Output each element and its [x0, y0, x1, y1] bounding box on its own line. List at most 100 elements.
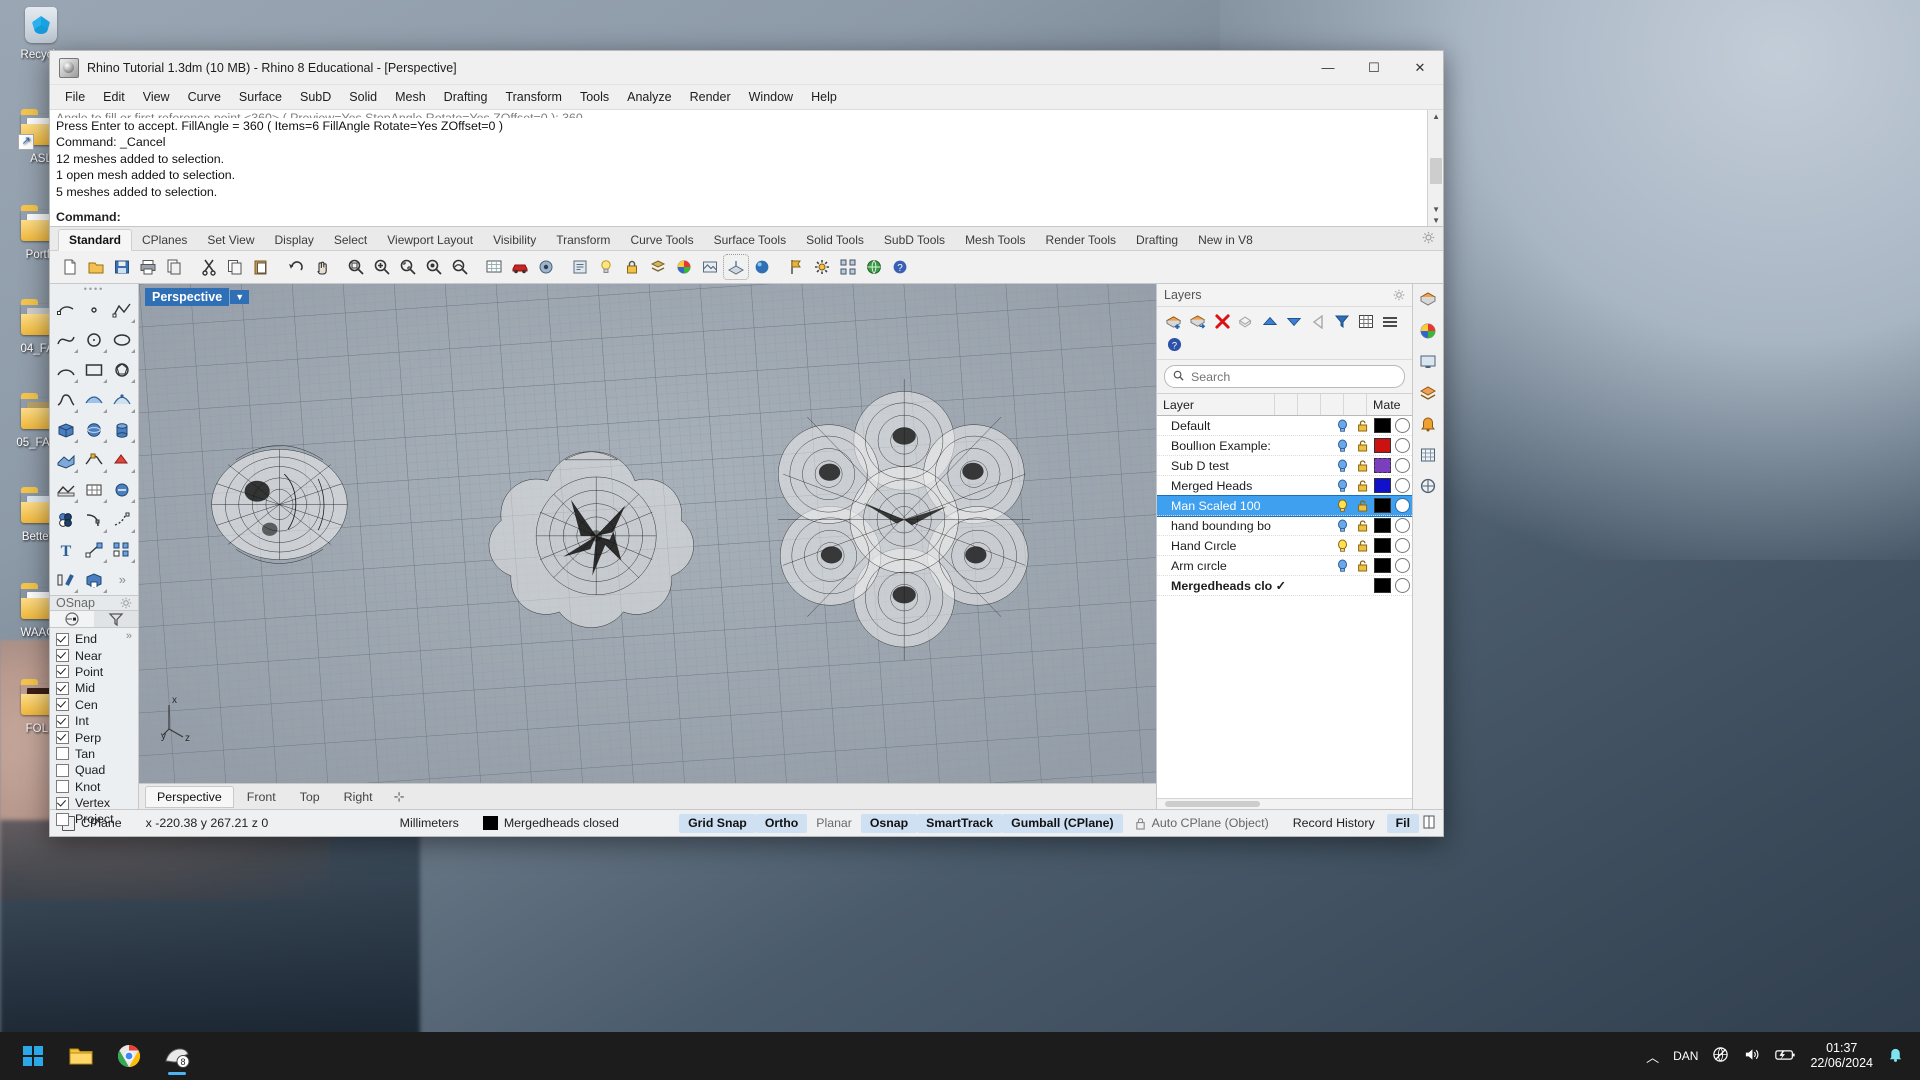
menu-transform[interactable]: Transform: [496, 87, 571, 107]
material-swatch[interactable]: [1392, 498, 1412, 513]
viewport-tab-right[interactable]: Right: [333, 787, 384, 807]
palette-grip[interactable]: ••••: [50, 284, 138, 294]
blend-surface-icon[interactable]: [80, 445, 107, 474]
column-layer[interactable]: Layer: [1157, 394, 1275, 415]
tab-cplanes[interactable]: CPlanes: [132, 230, 197, 250]
circle-icon[interactable]: [80, 325, 107, 354]
file-explorer-button[interactable]: [60, 1036, 102, 1076]
viewport-tab-top[interactable]: Top: [289, 787, 331, 807]
toggle-ortho[interactable]: Ortho: [755, 813, 808, 833]
freeform-curve-icon[interactable]: [52, 385, 79, 414]
light-bulb-icon[interactable]: [1332, 439, 1352, 453]
network-blocked-icon[interactable]: [1712, 1046, 1729, 1066]
undo-icon[interactable]: [284, 255, 308, 279]
polygon-icon[interactable]: [109, 355, 136, 384]
tab-select[interactable]: Select: [324, 230, 377, 250]
table-row[interactable]: Default: [1157, 416, 1412, 436]
delete-layer-icon[interactable]: [1211, 311, 1233, 332]
help-icon[interactable]: ?: [888, 255, 912, 279]
cut-icon[interactable]: [197, 255, 221, 279]
object-properties-icon[interactable]: [568, 255, 592, 279]
mesh-paint-icon[interactable]: [109, 475, 136, 504]
print-icon[interactable]: [136, 255, 160, 279]
filter-panel-icon[interactable]: [1423, 815, 1443, 832]
column-material[interactable]: Mate: [1367, 394, 1401, 415]
tab-new-in-v8[interactable]: New in V8: [1188, 230, 1263, 250]
menu-surface[interactable]: Surface: [230, 87, 291, 107]
pan-icon[interactable]: [310, 255, 334, 279]
material-swatch[interactable]: [1392, 518, 1412, 533]
tab-standard[interactable]: Standard: [58, 229, 133, 251]
subd-box-icon[interactable]: [80, 565, 107, 594]
osnap-knot[interactable]: Knot: [56, 779, 138, 795]
toggle-smarttrack[interactable]: SmartTrack: [917, 813, 1003, 833]
polyline-icon[interactable]: [109, 295, 136, 324]
light-bulb-icon[interactable]: [1332, 479, 1352, 493]
light-bulb-icon[interactable]: [1332, 419, 1352, 433]
tab-subd-tools[interactable]: SubD Tools: [874, 230, 955, 250]
osnap-project[interactable]: Project: [56, 811, 138, 827]
material-swatch[interactable]: [1392, 458, 1412, 473]
layer-color-swatch[interactable]: [1372, 538, 1392, 553]
material-swatch[interactable]: [1392, 438, 1412, 453]
menu-mesh[interactable]: Mesh: [386, 87, 435, 107]
battery-charging-icon[interactable]: [1774, 1048, 1796, 1065]
light-bulb-icon[interactable]: [1332, 539, 1352, 553]
layer-icon[interactable]: [646, 255, 670, 279]
auto-cplane-segment[interactable]: Auto CPlane (Object): [1123, 810, 1281, 836]
cylinder-icon[interactable]: [109, 415, 136, 444]
menu-icon[interactable]: [1379, 311, 1401, 332]
light-bulb-icon[interactable]: [1332, 459, 1352, 473]
menu-analyze[interactable]: Analyze: [618, 87, 680, 107]
viewport-label[interactable]: Perspective ▼: [145, 288, 250, 306]
tab-set-view[interactable]: Set View: [197, 230, 264, 250]
scrollbar-thumb[interactable]: [1165, 801, 1260, 807]
command-history[interactable]: Angle to fill or first reference point <…: [50, 110, 1443, 210]
color-wheel-icon[interactable]: [672, 255, 696, 279]
toggle-planar[interactable]: Planar: [807, 814, 861, 833]
help-icon[interactable]: ?: [1163, 334, 1185, 355]
osnap-mid[interactable]: Mid: [56, 680, 138, 696]
copy-to-clipboard-icon[interactable]: [162, 255, 186, 279]
units-readout[interactable]: Millimeters: [388, 810, 471, 836]
maximize-button[interactable]: ☐: [1351, 51, 1397, 84]
column-lock[interactable]: [1298, 394, 1321, 415]
table-row[interactable]: Hand Cırcle: [1157, 536, 1412, 556]
light-bulb-icon[interactable]: [594, 255, 618, 279]
close-button[interactable]: ✕: [1397, 51, 1443, 84]
osnap-quad[interactable]: Quad: [56, 762, 138, 778]
menu-render[interactable]: Render: [681, 87, 740, 107]
add-viewport-icon[interactable]: ⊹: [394, 789, 405, 805]
sphere-icon[interactable]: [80, 415, 107, 444]
osnap-tan[interactable]: Tan: [56, 746, 138, 762]
table-row[interactable]: Sub D test: [1157, 456, 1412, 476]
scroll-end-arrow[interactable]: ▼: [1432, 216, 1440, 225]
render-sphere-icon[interactable]: [750, 255, 774, 279]
osnap-point[interactable]: Point: [56, 664, 138, 680]
layer-color-swatch[interactable]: [1372, 558, 1392, 573]
table-row[interactable]: hand boundıng bo: [1157, 516, 1412, 536]
layers-panel-icon[interactable]: [1417, 382, 1439, 404]
layer-color-swatch[interactable]: [1372, 518, 1392, 533]
command-prompt[interactable]: Command:: [50, 210, 1443, 226]
car-render-icon[interactable]: [508, 255, 532, 279]
flag-icon[interactable]: [784, 255, 808, 279]
mirror-icon[interactable]: [52, 565, 79, 594]
gear-icon[interactable]: [1422, 231, 1435, 244]
osnap-int[interactable]: Int: [56, 713, 138, 729]
perspective-viewport[interactable]: Perspective ▼ x y z: [139, 284, 1156, 783]
open-file-icon[interactable]: [84, 255, 108, 279]
unlock-icon[interactable]: [1352, 559, 1372, 573]
tab-display[interactable]: Display: [265, 230, 324, 250]
chevron-down-icon[interactable]: ▼: [229, 290, 250, 304]
material-icon[interactable]: [1417, 320, 1439, 342]
table-row[interactable]: Man Scaled 100: [1157, 495, 1412, 517]
unlock-icon[interactable]: [1352, 519, 1372, 533]
table-row[interactable]: Boullıon Example:: [1157, 436, 1412, 456]
start-button[interactable]: [12, 1036, 54, 1076]
box-icon[interactable]: [52, 415, 79, 444]
tab-solid-tools[interactable]: Solid Tools: [796, 230, 874, 250]
grid-snap-icon[interactable]: [482, 255, 506, 279]
surface-edit-icon[interactable]: [109, 385, 136, 414]
duplicate-layer-icon[interactable]: [1235, 311, 1257, 332]
